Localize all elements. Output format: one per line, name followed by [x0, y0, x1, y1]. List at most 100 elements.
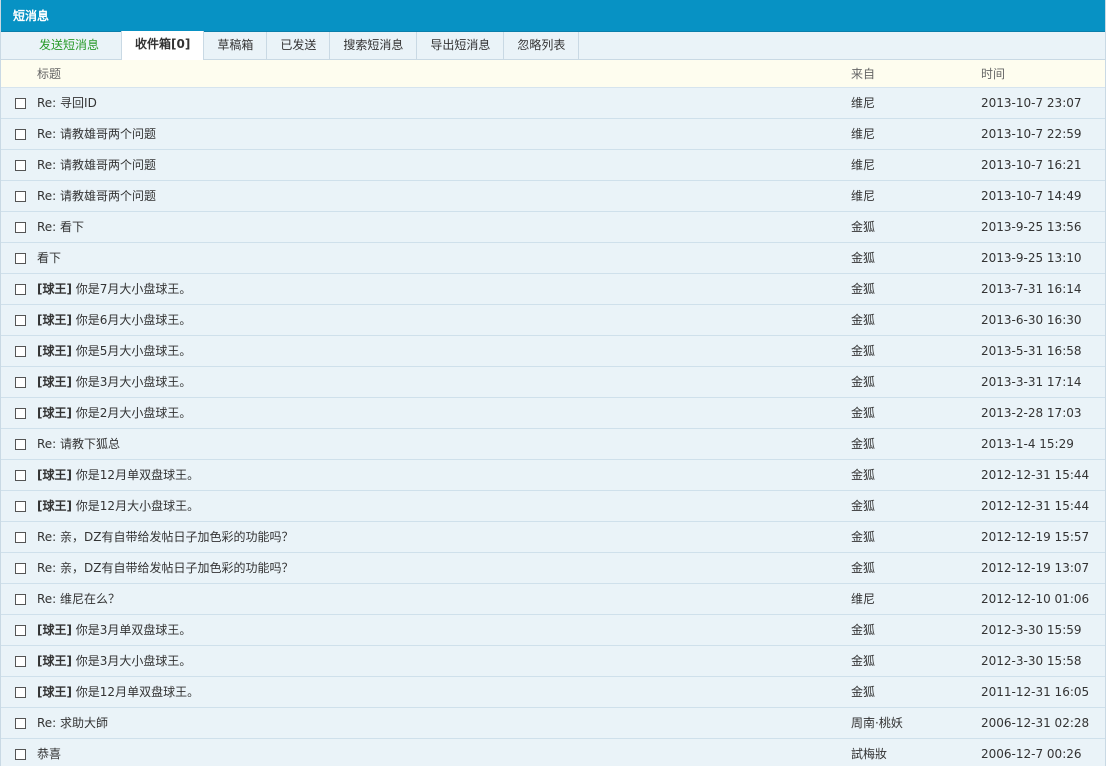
- table-row[interactable]: 看下 金狐 2013-9-25 13:10: [1, 242, 1105, 274]
- row-checkbox[interactable]: [14, 500, 26, 512]
- tab-search-messages[interactable]: 搜索短消息: [330, 32, 418, 59]
- message-subject-link[interactable]: Re: 求助大師: [37, 716, 108, 730]
- message-subject-link[interactable]: 你是3月大小盘球王。: [72, 654, 192, 668]
- message-sender[interactable]: 金狐: [851, 211, 981, 243]
- message-sender[interactable]: 金狐: [851, 397, 981, 429]
- message-sender[interactable]: 金狐: [851, 645, 981, 677]
- tab-send-message[interactable]: 发送短消息: [1, 32, 121, 59]
- message-subject-link[interactable]: Re: 寻回ID: [37, 96, 97, 110]
- row-checkbox[interactable]: [14, 655, 26, 667]
- row-checkbox[interactable]: [14, 128, 26, 140]
- message-subject-link[interactable]: Re: 请教雄哥两个问题: [37, 158, 156, 172]
- message-sender[interactable]: 金狐: [851, 490, 981, 522]
- message-sender[interactable]: 金狐: [851, 614, 981, 646]
- message-sender[interactable]: 维尼: [851, 87, 981, 119]
- message-subject-link[interactable]: 你是2月大小盘球王。: [72, 406, 192, 420]
- message-sender[interactable]: 金狐: [851, 552, 981, 584]
- table-row[interactable]: [球王] 你是12月单双盘球王。 金狐 2012-12-31 15:44: [1, 459, 1105, 491]
- table-row[interactable]: Re: 请教雄哥两个问题 维尼 2013-10-7 14:49: [1, 180, 1105, 212]
- message-subject-link[interactable]: Re: 亲，DZ有自带给发帖日子加色彩的功能吗？: [37, 530, 294, 544]
- message-sender[interactable]: 試梅妝: [851, 738, 981, 766]
- message-subject-link[interactable]: Re: 请教下狐总: [37, 437, 120, 451]
- tab-bar: 发送短消息 收件箱[0] 草稿箱 已发送 搜索短消息 导出短消息 忽略列表: [1, 31, 1105, 60]
- message-subject-link[interactable]: 你是12月单双盘球王。: [72, 685, 199, 699]
- row-checkbox[interactable]: [14, 159, 26, 171]
- row-checkbox[interactable]: [14, 407, 26, 419]
- message-sender[interactable]: 金狐: [851, 304, 981, 336]
- table-row[interactable]: Re: 寻回ID 维尼 2013-10-7 23:07: [1, 87, 1105, 119]
- message-subject-link[interactable]: 你是5月大小盘球王。: [72, 344, 192, 358]
- message-sender[interactable]: 金狐: [851, 366, 981, 398]
- table-row[interactable]: [球王] 你是3月大小盘球王。 金狐 2012-3-30 15:58: [1, 645, 1105, 677]
- row-checkbox[interactable]: [14, 376, 26, 388]
- row-checkbox[interactable]: [14, 562, 26, 574]
- message-subject-link[interactable]: Re: 请教雄哥两个问题: [37, 189, 156, 203]
- message-sender[interactable]: 维尼: [851, 149, 981, 181]
- row-checkbox[interactable]: [14, 438, 26, 450]
- message-sender[interactable]: 金狐: [851, 521, 981, 553]
- row-checkbox[interactable]: [14, 469, 26, 481]
- tab-sent[interactable]: 已发送: [267, 32, 331, 59]
- row-checkbox[interactable]: [14, 717, 26, 729]
- message-subject-cell: [球王] 你是12月大小盘球王。: [37, 490, 851, 522]
- message-sender[interactable]: 维尼: [851, 583, 981, 615]
- table-row[interactable]: [球王] 你是3月大小盘球王。 金狐 2013-3-31 17:14: [1, 366, 1105, 398]
- message-time: 2006-12-7 00:26: [981, 738, 1105, 766]
- row-checkbox[interactable]: [14, 593, 26, 605]
- table-row[interactable]: [球王] 你是5月大小盘球王。 金狐 2013-5-31 16:58: [1, 335, 1105, 367]
- message-subject-link[interactable]: Re: 看下: [37, 220, 84, 234]
- table-row[interactable]: Re: 请教下狐总 金狐 2013-1-4 15:29: [1, 428, 1105, 460]
- table-row[interactable]: [球王] 你是6月大小盘球王。 金狐 2013-6-30 16:30: [1, 304, 1105, 336]
- table-row[interactable]: Re: 请教雄哥两个问题 维尼 2013-10-7 16:21: [1, 149, 1105, 181]
- message-subject-link[interactable]: 恭喜: [37, 747, 61, 761]
- message-time: 2012-12-19 13:07: [981, 552, 1105, 584]
- row-checkbox[interactable]: [14, 748, 26, 760]
- row-checkbox[interactable]: [14, 221, 26, 233]
- row-checkbox[interactable]: [14, 624, 26, 636]
- row-checkbox[interactable]: [14, 190, 26, 202]
- message-sender[interactable]: 维尼: [851, 118, 981, 150]
- message-sender[interactable]: 金狐: [851, 676, 981, 708]
- message-sender[interactable]: 金狐: [851, 428, 981, 460]
- row-checkbox[interactable]: [14, 345, 26, 357]
- table-row[interactable]: Re: 看下 金狐 2013-9-25 13:56: [1, 211, 1105, 243]
- table-row[interactable]: [球王] 你是7月大小盘球王。 金狐 2013-7-31 16:14: [1, 273, 1105, 305]
- row-checkbox[interactable]: [14, 686, 26, 698]
- message-subject-link[interactable]: 看下: [37, 251, 61, 265]
- tab-export-messages[interactable]: 导出短消息: [417, 32, 505, 59]
- message-sender[interactable]: 维尼: [851, 180, 981, 212]
- message-subject-link[interactable]: 你是12月单双盘球王。: [72, 468, 199, 482]
- row-checkbox[interactable]: [14, 97, 26, 109]
- table-row[interactable]: [球王] 你是12月单双盘球王。 金狐 2011-12-31 16:05: [1, 676, 1105, 708]
- table-row[interactable]: Re: 亲，DZ有自带给发帖日子加色彩的功能吗？ 金狐 2012-12-19 13:…: [1, 552, 1105, 584]
- table-row[interactable]: Re: 求助大師 周南·桃妖 2006-12-31 02:28: [1, 707, 1105, 739]
- table-row[interactable]: Re: 请教雄哥两个问题 维尼 2013-10-7 22:59: [1, 118, 1105, 150]
- row-checkbox[interactable]: [14, 283, 26, 295]
- message-subject-link[interactable]: Re: 请教雄哥两个问题: [37, 127, 156, 141]
- message-subject-link[interactable]: Re: 亲，DZ有自带给发帖日子加色彩的功能吗？: [37, 561, 294, 575]
- tab-ignore-list[interactable]: 忽略列表: [504, 32, 580, 59]
- message-sender[interactable]: 周南·桃妖: [851, 707, 981, 739]
- message-subject-link[interactable]: 你是7月大小盘球王。: [72, 282, 192, 296]
- table-row[interactable]: Re: 亲，DZ有自带给发帖日子加色彩的功能吗？ 金狐 2012-12-19 15:…: [1, 521, 1105, 553]
- message-subject-link[interactable]: 你是3月大小盘球王。: [72, 375, 192, 389]
- message-sender[interactable]: 金狐: [851, 273, 981, 305]
- table-row[interactable]: [球王] 你是12月大小盘球王。 金狐 2012-12-31 15:44: [1, 490, 1105, 522]
- table-row[interactable]: [球王] 你是2月大小盘球王。 金狐 2013-2-28 17:03: [1, 397, 1105, 429]
- row-checkbox[interactable]: [14, 531, 26, 543]
- table-row[interactable]: 恭喜 試梅妝 2006-12-7 00:26: [1, 738, 1105, 766]
- message-sender[interactable]: 金狐: [851, 335, 981, 367]
- message-subject-link[interactable]: 你是12月大小盘球王。: [72, 499, 199, 513]
- tab-drafts[interactable]: 草稿箱: [204, 32, 268, 59]
- row-checkbox[interactable]: [14, 252, 26, 264]
- message-sender[interactable]: 金狐: [851, 242, 981, 274]
- table-row[interactable]: [球王] 你是3月单双盘球王。 金狐 2012-3-30 15:59: [1, 614, 1105, 646]
- message-subject-cell: Re: 亲，DZ有自带给发帖日子加色彩的功能吗？: [37, 552, 851, 584]
- message-subject-link[interactable]: 你是3月单双盘球王。: [72, 623, 192, 637]
- message-subject-link[interactable]: Re: 维尼在么？: [37, 592, 120, 606]
- message-sender[interactable]: 金狐: [851, 459, 981, 491]
- message-subject-link[interactable]: 你是6月大小盘球王。: [72, 313, 192, 327]
- tab-inbox[interactable]: 收件箱[0]: [121, 31, 205, 60]
- row-checkbox[interactable]: [14, 314, 26, 326]
- table-row[interactable]: Re: 维尼在么？ 维尼 2012-12-10 01:06: [1, 583, 1105, 615]
